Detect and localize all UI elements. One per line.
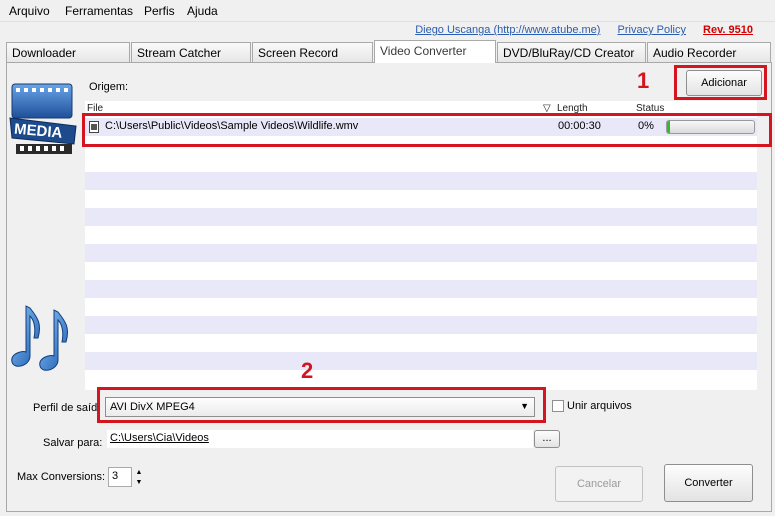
save-path-field[interactable]: C:\Users\Cia\Videos <box>107 430 533 448</box>
tab-screen-record[interactable]: Screen Record <box>252 42 373 62</box>
merge-files-checkbox[interactable] <box>552 400 564 412</box>
profile-select[interactable]: AVI DivX MPEG4 ▼ <box>105 397 535 417</box>
menu-ferramentas[interactable]: Ferramentas <box>65 4 133 18</box>
max-conversions-input[interactable]: 3 <box>108 467 132 487</box>
tab-audio-recorder[interactable]: Audio Recorder <box>647 42 771 62</box>
annotation-number-1: 1 <box>637 68 650 93</box>
convert-button[interactable]: Converter <box>664 464 753 502</box>
menu-ajuda[interactable]: Ajuda <box>187 4 218 18</box>
profile-selected-value: AVI DivX MPEG4 <box>110 401 195 413</box>
spin-down-icon[interactable]: ▼ <box>134 478 144 487</box>
author-link[interactable]: Diego Uscanga (http://www.atube.me) <box>415 24 600 36</box>
browse-button[interactable]: ... <box>534 430 560 448</box>
tab-bar: Downloader Stream Catcher Screen Record … <box>6 40 772 63</box>
highlight-box-file-row <box>82 113 772 147</box>
tab-downloader[interactable]: Downloader <box>6 42 130 62</box>
highlight-box-add <box>674 65 767 100</box>
menu-arquivo[interactable]: Arquivo <box>9 4 50 18</box>
spin-up-icon[interactable]: ▲ <box>134 468 144 477</box>
media-icon: MEDIA <box>8 82 80 156</box>
max-conversions-label: Max Conversions: <box>17 471 106 483</box>
menu-perfis[interactable]: Perfis <box>144 4 175 18</box>
tab-stream-catcher[interactable]: Stream Catcher <box>131 42 251 62</box>
privacy-policy-link[interactable]: Privacy Policy <box>618 24 686 36</box>
origem-label: Origem: <box>89 81 129 93</box>
tab-video-converter[interactable]: Video Converter <box>374 40 496 63</box>
cancel-button[interactable]: Cancelar <box>555 466 643 502</box>
top-links: Diego Uscanga (http://www.atube.me) Priv… <box>401 24 753 38</box>
music-notes-icon <box>8 298 80 376</box>
annotation-number-2: 2 <box>301 358 314 383</box>
profile-label: Perfil de saíd <box>33 402 98 414</box>
menu-bar: Arquivo Ferramentas Perfis Ajuda <box>0 0 775 22</box>
tab-dvd-bluray-cd-creator[interactable]: DVD/BluRay/CD Creator <box>497 42 646 62</box>
revision-link[interactable]: Rev. 9510 <box>703 24 753 36</box>
dropdown-arrow-icon[interactable]: ▼ <box>520 401 529 411</box>
merge-files-label: Unir arquivos <box>567 400 632 412</box>
save-to-label: Salvar para: <box>43 437 103 449</box>
